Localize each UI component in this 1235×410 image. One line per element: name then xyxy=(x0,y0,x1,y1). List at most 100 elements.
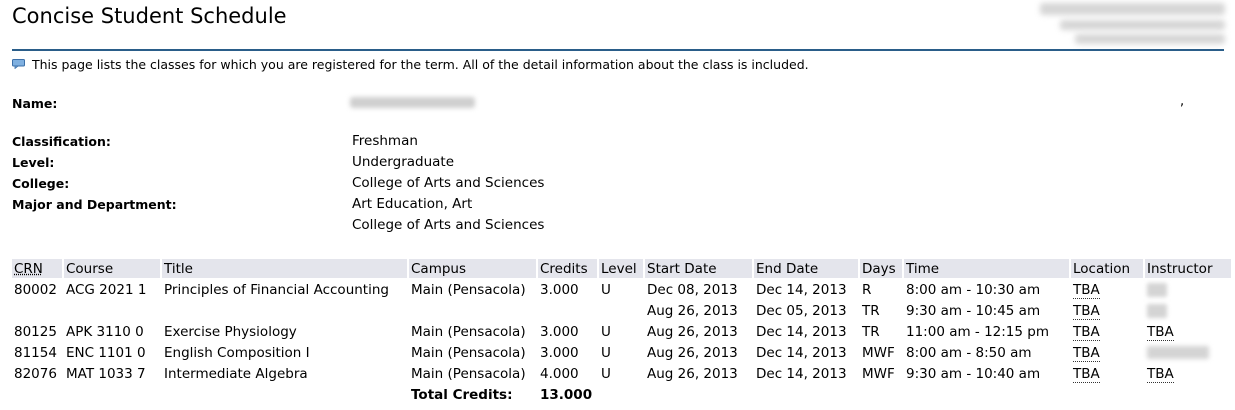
cell-start: Aug 26, 2013 xyxy=(647,323,738,340)
blurred-header-info xyxy=(1060,20,1225,30)
page-title: Concise Student Schedule xyxy=(12,4,287,28)
college-label: College: xyxy=(12,176,70,191)
col-credits: Credits xyxy=(538,259,597,278)
cell-credits: 3.000 xyxy=(540,281,579,298)
cell-instructor[interactable]: TBA xyxy=(1145,364,1231,383)
cell-crn: 80002 xyxy=(14,281,57,298)
table-row: 80002 ACG 2021 1 Principles of Financial… xyxy=(12,280,1231,299)
total-credits: 13.000 xyxy=(540,386,593,403)
cell-location[interactable]: TBA xyxy=(1071,322,1143,341)
cell-instructor xyxy=(1145,343,1231,362)
cell-campus xyxy=(409,301,536,320)
cell-end: Dec 14, 2013 xyxy=(756,281,847,298)
cell-days: TR xyxy=(862,323,880,340)
classification-value: Freshman xyxy=(352,133,418,149)
cell-course xyxy=(64,301,160,320)
cell-days: TR xyxy=(862,302,880,319)
cell-days: R xyxy=(862,281,872,298)
cell-level: U xyxy=(601,365,611,382)
cell-credits: 3.000 xyxy=(540,323,579,340)
instructor-redacted xyxy=(1147,282,1167,297)
cell-crn xyxy=(12,301,62,320)
col-instructor: Instructor xyxy=(1145,259,1231,278)
cell-crn: 82076 xyxy=(14,365,57,382)
cell-time: 11:00 am - 12:15 pm xyxy=(906,323,1049,340)
col-time: Time xyxy=(904,259,1069,278)
name-value-redacted xyxy=(350,97,475,108)
cell-credits: 3.000 xyxy=(540,344,579,361)
cell-level: U xyxy=(601,344,611,361)
info-text: This page lists the classes for which yo… xyxy=(31,57,809,72)
cell-campus: Main (Pensacola) xyxy=(411,323,526,340)
col-start-date: Start Date xyxy=(645,259,752,278)
col-days: Days xyxy=(860,259,902,278)
cell-end: Dec 14, 2013 xyxy=(756,344,847,361)
blurred-header-info xyxy=(1075,34,1225,44)
cell-location[interactable]: TBA xyxy=(1071,364,1143,383)
major-label: Major and Department: xyxy=(12,197,177,212)
cell-days: MWF xyxy=(862,344,895,361)
col-course: Course xyxy=(64,259,160,278)
cell-crn: 81154 xyxy=(14,344,57,361)
instructor-redacted xyxy=(1147,303,1167,318)
cell-instructor xyxy=(1145,280,1231,299)
schedule-header-row: CRN Course Title Campus Credits Level St… xyxy=(12,259,1231,278)
col-end-date: End Date xyxy=(754,259,858,278)
cell-location[interactable]: TBA xyxy=(1071,280,1143,299)
cell-title: English Composition I xyxy=(164,344,310,361)
cell-level: U xyxy=(601,323,611,340)
cell-start: Aug 26, 2013 xyxy=(647,365,738,382)
level-label: Level: xyxy=(12,155,55,170)
cell-campus: Main (Pensacola) xyxy=(411,365,526,382)
level-value: Undergraduate xyxy=(352,154,455,170)
name-label: Name: xyxy=(12,96,58,111)
cell-start: Aug 26, 2013 xyxy=(647,302,738,319)
name-suffix: , xyxy=(1180,94,1185,109)
cell-course: ACG 2021 1 xyxy=(66,281,147,298)
cell-title: Exercise Physiology xyxy=(164,323,297,340)
cell-campus: Main (Pensacola) xyxy=(411,281,526,298)
col-location: Location xyxy=(1071,259,1143,278)
cell-location[interactable]: TBA xyxy=(1071,301,1143,320)
cell-end: Dec 14, 2013 xyxy=(756,365,847,382)
cell-level xyxy=(599,301,643,320)
cell-instructor xyxy=(1145,301,1231,320)
cell-time: 8:00 am - 8:50 am xyxy=(906,344,1032,361)
col-campus: Campus xyxy=(409,259,536,278)
table-row: 82076 MAT 1033 7 Intermediate Algebra Ma… xyxy=(12,364,1231,383)
instructor-redacted xyxy=(1147,346,1209,359)
table-row: Aug 26, 2013 Dec 05, 2013 TR 9:30 am - 1… xyxy=(12,301,1231,320)
header-rule xyxy=(12,49,1224,51)
col-level: Level xyxy=(599,259,643,278)
cell-end: Dec 14, 2013 xyxy=(756,323,847,340)
cell-title: Principles of Financial Accounting xyxy=(164,281,389,298)
cell-crn: 80125 xyxy=(14,323,57,340)
cell-credits xyxy=(538,301,597,320)
cell-time: 9:30 am - 10:40 am xyxy=(906,365,1041,382)
cell-credits: 4.000 xyxy=(540,365,579,382)
cell-time: 9:30 am - 10:45 am xyxy=(906,302,1041,319)
total-label: Total Credits: xyxy=(411,386,513,403)
total-row: Total Credits: 13.000 xyxy=(12,385,1231,404)
col-crn: CRN xyxy=(12,259,62,278)
major-value: Art Education, Art xyxy=(352,196,473,212)
cell-location[interactable]: TBA xyxy=(1071,343,1143,362)
cell-course: APK 3110 0 xyxy=(66,323,144,340)
classification-label: Classification: xyxy=(12,134,111,149)
cell-instructor[interactable]: TBA xyxy=(1145,322,1231,341)
table-row: 80125 APK 3110 0 Exercise Physiology Mai… xyxy=(12,322,1231,341)
cell-title: Intermediate Algebra xyxy=(164,365,308,382)
cell-course: ENC 1101 0 xyxy=(66,344,146,361)
table-row: 81154 ENC 1101 0 English Composition I M… xyxy=(12,343,1231,362)
cell-start: Dec 08, 2013 xyxy=(647,281,738,298)
schedule-table: CRN Course Title Campus Credits Level St… xyxy=(10,257,1233,406)
cell-campus: Main (Pensacola) xyxy=(411,344,526,361)
speech-bubble-icon xyxy=(12,58,25,69)
info-line: This page lists the classes for which yo… xyxy=(12,57,809,72)
col-title: Title xyxy=(162,259,407,278)
cell-title xyxy=(162,301,407,320)
major-college-value: College of Arts and Sciences xyxy=(352,217,545,233)
cell-start: Aug 26, 2013 xyxy=(647,344,738,361)
blurred-header-info xyxy=(1040,3,1225,15)
cell-time: 8:00 am - 10:30 am xyxy=(906,281,1041,298)
